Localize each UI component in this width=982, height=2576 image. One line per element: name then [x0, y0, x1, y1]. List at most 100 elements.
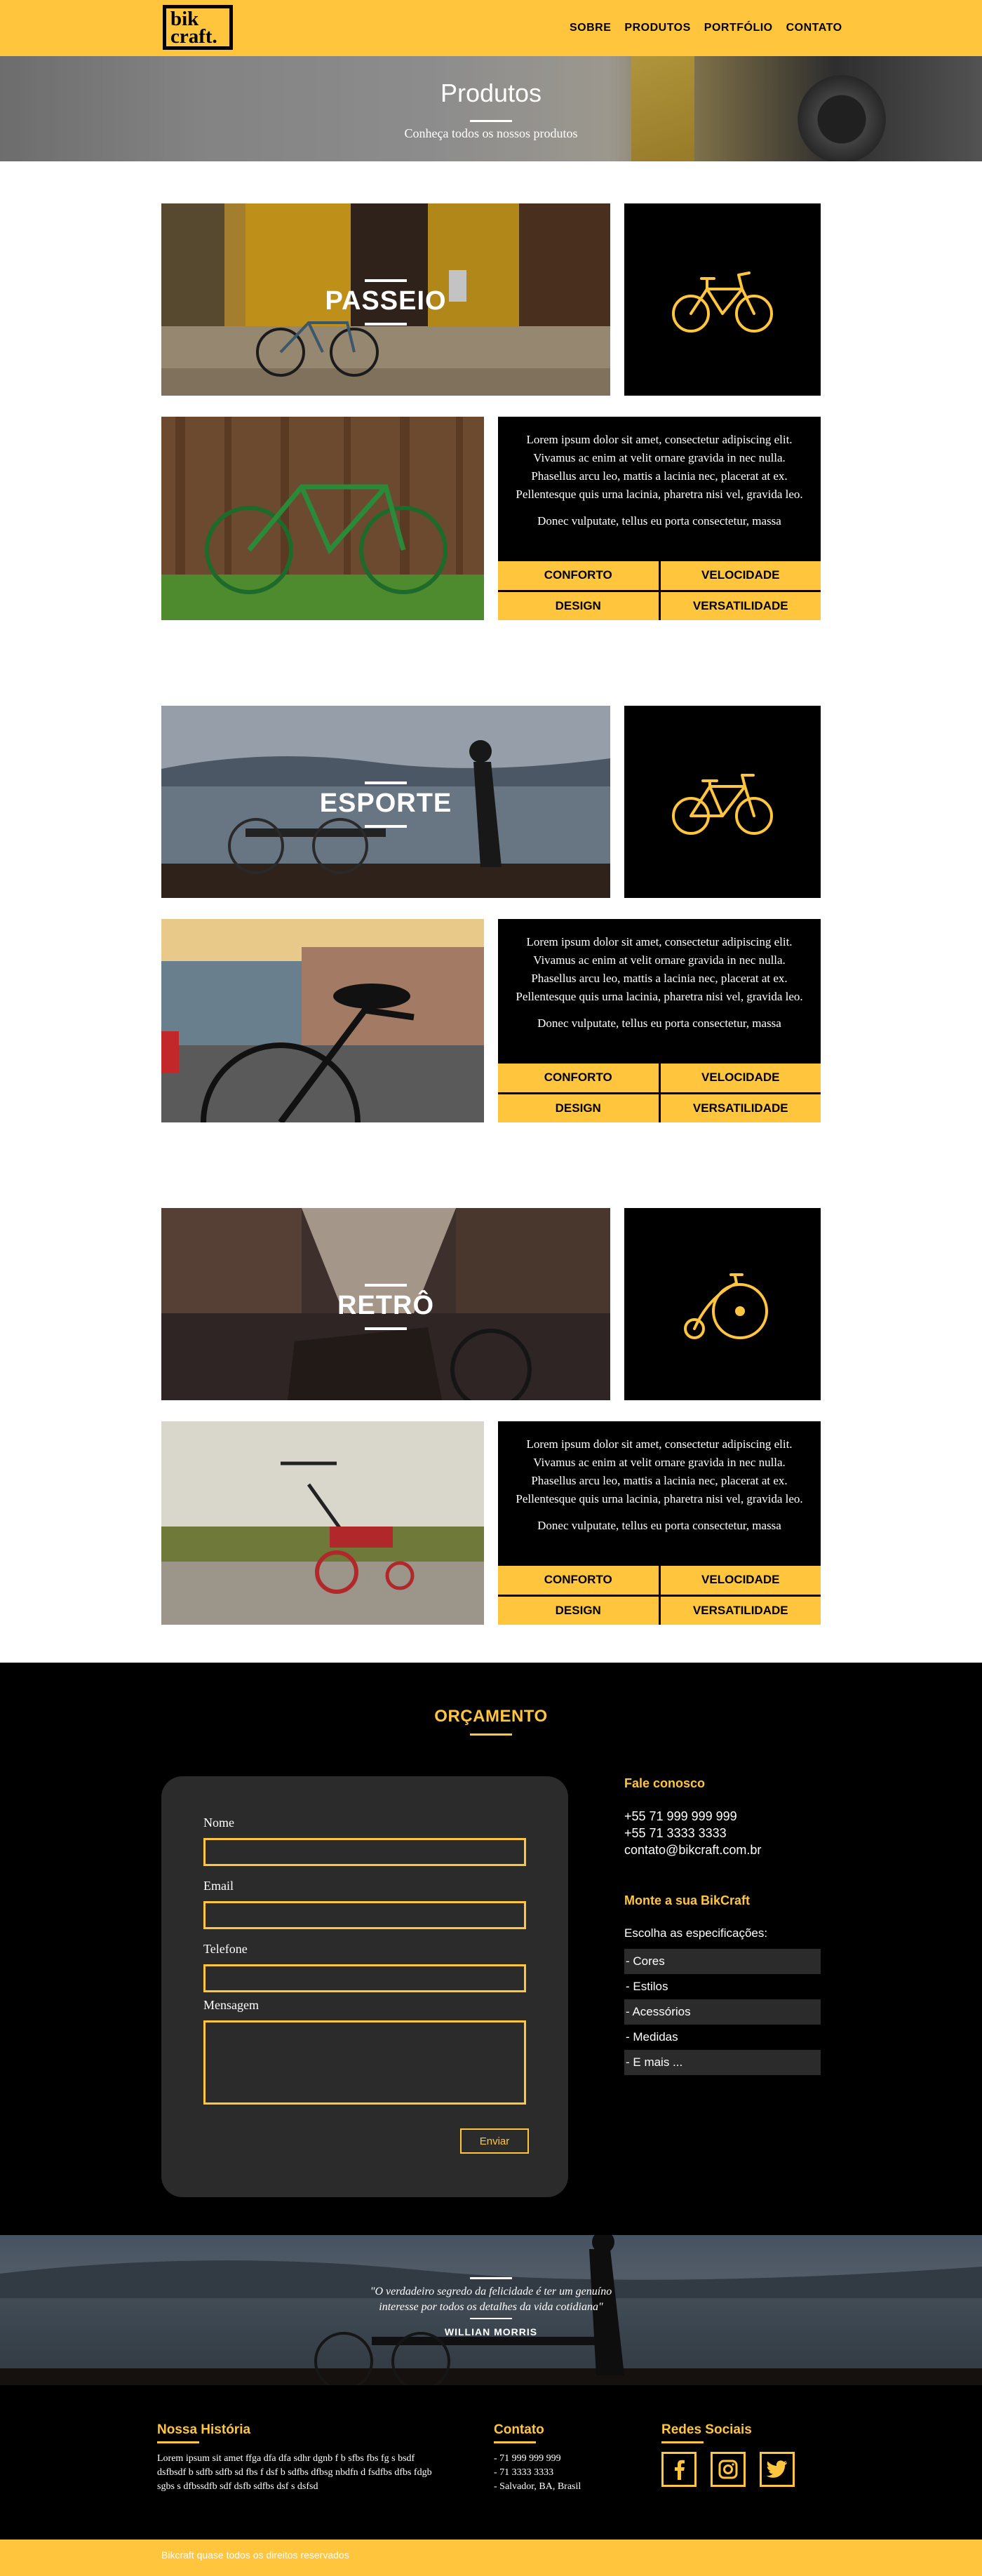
copyright-text: Bikcraft quase todos os direitos reserva…	[161, 2549, 349, 2561]
feature-velocidade: VELOCIDADE	[660, 1064, 821, 1092]
footer-contact-heading: Contato	[494, 2422, 544, 2437]
logo[interactable]: bik craft.	[163, 5, 233, 50]
product-banner-image: RETRÔ	[161, 1208, 610, 1400]
feature-grid: CONFORTO VELOCIDADE DESIGN VERSATILIDADE	[498, 1064, 821, 1122]
city-bike-icon	[672, 271, 773, 333]
footer-contact: Contato - 71 999 999 999 - 71 3333 3333 …	[494, 2422, 620, 2494]
nav-sobre[interactable]: SOBRE	[570, 22, 611, 34]
road-bike-icon	[672, 774, 773, 835]
product-info-card: Lorem ipsum dolor sit amet, consectetur …	[498, 1421, 821, 1625]
budget-title: ORÇAMENTO	[434, 1707, 548, 1726]
title-underline	[470, 120, 512, 122]
email-field[interactable]	[203, 1901, 526, 1929]
feature-design: DESIGN	[498, 591, 659, 620]
product-icon-box	[624, 203, 821, 396]
product-description-2: Donec vulputate, tellus eu porta consect…	[537, 1017, 781, 1030]
feature-velocidade: VELOCIDADE	[660, 561, 821, 590]
product-info-card: Lorem ipsum dolor sit amet, consectetur …	[498, 919, 821, 1122]
feature-grid: CONFORTO VELOCIDADE DESIGN VERSATILIDADE	[498, 561, 821, 620]
message-label: Mensagem	[203, 1998, 259, 2012]
contact-phone-2: +55 71 3333 3333	[624, 1826, 727, 1840]
quote-line-1: "O verdadeiro segredo da felicidade é te…	[370, 2286, 612, 2297]
product-title: PASSEIO	[325, 286, 447, 316]
instagram-icon[interactable]	[711, 2452, 746, 2487]
footer-contact-list: - 71 999 999 999 - 71 3333 3333 - Salvad…	[494, 2452, 620, 2494]
page-title: Produtos	[440, 79, 542, 107]
penny-farthing-icon	[684, 1273, 768, 1339]
main-nav: SOBRE PRODUTOS PORTFÓLIO CONTATO	[570, 22, 842, 34]
quote-line-2: interesse por todos os detalhes da vida …	[379, 2301, 603, 2313]
footer-phone-2: - 71 3333 3333	[494, 2467, 554, 2478]
footer-address: - Salvador, BA, Brasil	[494, 2481, 581, 2492]
tricycle-photo	[161, 1421, 484, 1625]
build-heading: Monte a sua BikCraft	[624, 1893, 751, 1907]
feature-grid: CONFORTO VELOCIDADE DESIGN VERSATILIDADE	[498, 1566, 821, 1625]
phone-field[interactable]	[203, 1964, 526, 1992]
product-description: Lorem ipsum dolor sit amet, consectetur …	[516, 1437, 803, 1505]
footer-phone-1: - 71 999 999 999	[494, 2453, 561, 2464]
product-icon-box	[624, 706, 821, 898]
contact-email[interactable]: contato@bikcraft.com.br	[624, 1842, 821, 1858]
list-item: - Medidas	[626, 2030, 678, 2044]
feature-design: DESIGN	[498, 1596, 659, 1625]
budget-form: Nome Email Telefone Mensagem Enviar	[161, 1776, 568, 2197]
facebook-icon[interactable]	[661, 2452, 697, 2487]
contact-column: Fale conosco +55 71 999 999 999 +55 71 3…	[624, 1776, 821, 2075]
contact-heading: Fale conosco	[624, 1776, 706, 1790]
feature-versatilidade: VERSATILIDADE	[660, 1596, 821, 1625]
site-header: bik craft. SOBRE PRODUTOS PORTFÓLIO CONT…	[0, 0, 982, 56]
footer-social: Redes Sociais	[661, 2422, 830, 2487]
feature-conforto: CONFORTO	[498, 1566, 659, 1595]
product-detail-photo	[161, 919, 484, 1122]
hero-banner: Produtos Conheça todos os nossos produto…	[0, 56, 982, 161]
build-intro: Escolha as especificações:	[624, 1926, 768, 1940]
feature-conforto: CONFORTO	[498, 561, 659, 590]
page-subtitle: Conheça todos os nossos produtos	[404, 126, 578, 140]
phone-label: Telefone	[203, 1942, 248, 1956]
message-field[interactable]	[203, 2020, 526, 2105]
product-banner-image: ESPORTE	[161, 706, 610, 898]
list-item: - Estilos	[626, 1980, 668, 1993]
feature-velocidade: VELOCIDADE	[660, 1566, 821, 1595]
list-item: - Cores	[624, 1949, 821, 1974]
feature-design: DESIGN	[498, 1094, 659, 1122]
feature-versatilidade: VERSATILIDADE	[660, 1094, 821, 1122]
quote-text: "O verdadeiro segredo da felicidade é te…	[0, 2284, 982, 2315]
name-label: Nome	[203, 1816, 234, 1830]
product-title: RETRÔ	[337, 1291, 434, 1320]
send-button[interactable]: Enviar	[460, 2128, 529, 2154]
nav-portfolio[interactable]: PORTFÓLIO	[704, 22, 773, 34]
contact-phone-1: +55 71 999 999 999	[624, 1809, 737, 1823]
budget-section: ORÇAMENTO Nome Email Telefone Mensagem E…	[0, 1663, 982, 2235]
product-banner-image: PASSEIO	[161, 203, 610, 396]
footer-history: Nossa História Lorem ipsum sit amet ffga…	[157, 2422, 438, 2494]
product-detail-photo	[161, 417, 484, 620]
product-description: Lorem ipsum dolor sit amet, consectetur …	[516, 433, 803, 501]
feature-conforto: CONFORTO	[498, 1064, 659, 1092]
feature-versatilidade: VERSATILIDADE	[660, 591, 821, 620]
title-underline	[470, 1733, 512, 1736]
quote-author: WILLIAN MORRIS	[444, 2326, 538, 2337]
quote-banner: "O verdadeiro segredo da felicidade é te…	[0, 2235, 982, 2385]
name-field[interactable]	[203, 1838, 526, 1866]
product-detail-photo	[161, 1421, 484, 1625]
product-title: ESPORTE	[319, 789, 452, 818]
product-icon-box	[624, 1208, 821, 1400]
green-bike-photo	[161, 417, 484, 620]
logo-line-2: craft.	[170, 25, 217, 48]
copyright-bar: Bikcraft quase todos os direitos reserva…	[0, 2540, 982, 2576]
list-item: - Acessórios	[624, 1999, 821, 2025]
nav-produtos[interactable]: PRODUTOS	[624, 22, 690, 34]
site-footer: Nossa História Lorem ipsum sit amet ffga…	[0, 2385, 982, 2540]
history-text: Lorem ipsum sit amet ffga dfa dfa sdhr d…	[157, 2453, 432, 2492]
product-description-2: Donec vulputate, tellus eu porta consect…	[537, 1519, 781, 1532]
social-heading: Redes Sociais	[661, 2422, 752, 2437]
email-label: Email	[203, 1879, 234, 1893]
history-heading: Nossa História	[157, 2422, 251, 2437]
spec-list: - Cores - Estilos - Acessórios - Medidas…	[624, 1949, 821, 2075]
product-description: Lorem ipsum dolor sit amet, consectetur …	[516, 935, 803, 1003]
twitter-icon[interactable]	[760, 2452, 795, 2487]
nav-contato[interactable]: CONTATO	[786, 22, 842, 34]
product-description-2: Donec vulputate, tellus eu porta consect…	[537, 514, 781, 528]
product-info-card: Lorem ipsum dolor sit amet, consectetur …	[498, 417, 821, 620]
